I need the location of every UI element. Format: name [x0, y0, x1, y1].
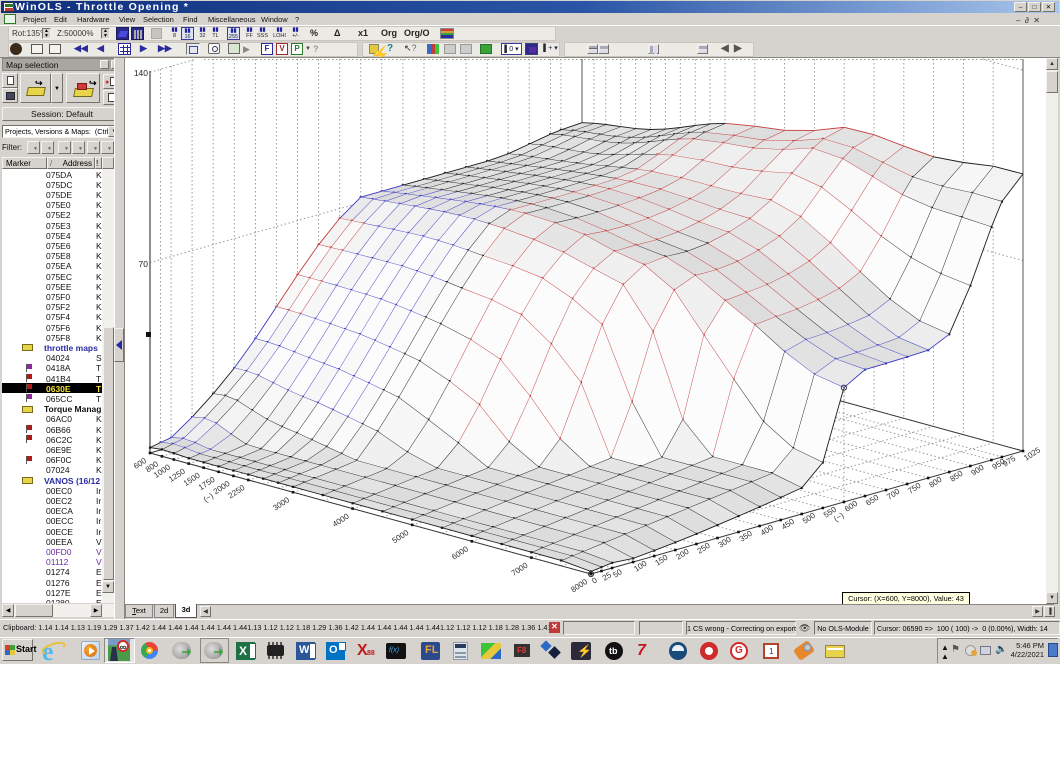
svg-text:700: 700 — [885, 487, 902, 502]
svg-text:900: 900 — [969, 463, 986, 478]
svg-text:500: 500 — [801, 511, 818, 526]
svg-text:8000: 8000 — [569, 577, 589, 595]
svg-text:600: 600 — [843, 499, 860, 514]
svg-text:7000: 7000 — [510, 560, 530, 578]
svg-text:750: 750 — [906, 481, 923, 496]
svg-text:4000: 4000 — [331, 511, 351, 529]
svg-text:1025: 1025 — [1022, 445, 1042, 463]
svg-text:650: 650 — [864, 493, 881, 508]
svg-text:70: 70 — [139, 259, 149, 269]
svg-text:200: 200 — [674, 547, 691, 562]
svg-text:300: 300 — [717, 535, 734, 550]
svg-text:3000: 3000 — [271, 495, 291, 513]
svg-text:400: 400 — [759, 523, 776, 538]
svg-text:100: 100 — [632, 559, 649, 574]
svg-text:5000: 5000 — [390, 528, 410, 546]
svg-text:6000: 6000 — [450, 544, 470, 562]
svg-text:0: 0 — [590, 575, 599, 585]
svg-text:150: 150 — [653, 553, 670, 568]
svg-text:850: 850 — [948, 469, 965, 484]
svg-text:350: 350 — [738, 529, 755, 544]
svg-text:140: 140 — [134, 68, 148, 78]
svg-text:800: 800 — [927, 475, 944, 490]
svg-text:975: 975 — [1001, 454, 1018, 469]
svg-text:450: 450 — [780, 517, 797, 532]
svg-text:250: 250 — [696, 541, 713, 556]
